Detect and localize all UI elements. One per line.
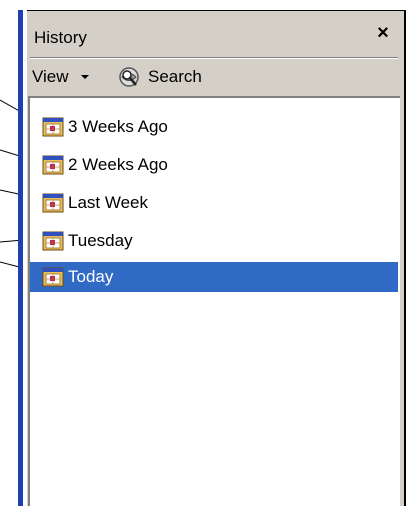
panel-resize-edge[interactable] — [18, 10, 27, 506]
history-item-today[interactable]: Today — [30, 262, 398, 292]
search-icon — [119, 67, 139, 87]
history-item-label: 2 Weeks Ago — [68, 155, 168, 174]
calendar-icon — [42, 193, 64, 213]
chevron-down-icon — [80, 75, 89, 79]
calendar-icon — [42, 267, 64, 287]
close-icon[interactable]: × — [372, 22, 394, 44]
calendar-icon — [42, 231, 64, 251]
history-item-label: Last Week — [68, 193, 149, 212]
history-list: 3 Weeks Ago 2 Weeks Ago Last Week Tuesda… — [28, 96, 400, 506]
history-item-label: Today — [68, 267, 114, 286]
header-divider-highlight — [30, 58, 398, 59]
view-button[interactable]: View — [32, 64, 89, 90]
search-button-label: Search — [148, 67, 202, 86]
history-item-3-weeks-ago[interactable]: 3 Weeks Ago — [30, 112, 398, 142]
calendar-icon — [42, 117, 64, 137]
panel-title: History — [34, 28, 87, 47]
panel-header: History × — [30, 20, 400, 56]
history-item-label: Tuesday — [68, 231, 133, 250]
history-item-last-week[interactable]: Last Week — [30, 188, 398, 218]
search-button[interactable]: Search — [116, 62, 202, 92]
panel-toolbar: View Search — [30, 60, 400, 94]
history-item-label: 3 Weeks Ago — [68, 117, 168, 136]
view-button-label: View — [32, 67, 69, 86]
history-item-tuesday[interactable]: Tuesday — [30, 226, 398, 256]
calendar-icon — [42, 155, 64, 175]
screenshot-stage: History × View Search 3 Weeks Ago 2 Week… — [0, 0, 412, 506]
history-item-2-weeks-ago[interactable]: 2 Weeks Ago — [30, 150, 398, 180]
